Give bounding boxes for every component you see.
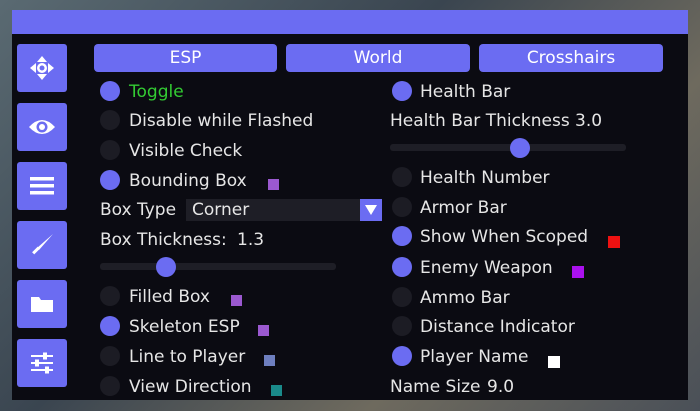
eye-icon <box>29 120 55 134</box>
folder-icon <box>31 297 53 312</box>
toggle-checkbox[interactable] <box>100 81 120 101</box>
distance-indicator-label: Distance Indicator <box>420 317 575 337</box>
health-bar-thickness-slider-handle[interactable] <box>509 138 530 158</box>
health-bar-thickness-value: 3.0 <box>575 111 603 131</box>
view-direction-label: View Direction <box>129 377 252 397</box>
view-direction-color-picker[interactable] <box>271 385 282 396</box>
enemy-weapon-label: Enemy Weapon <box>420 258 553 278</box>
box-thickness-slider-handle[interactable] <box>156 257 177 277</box>
health-bar-thickness-label: Health Bar Thickness <box>390 111 570 131</box>
bounding-box-label: Bounding Box <box>129 171 247 191</box>
health-bar-checkbox[interactable] <box>392 81 412 101</box>
menu-icon <box>30 177 54 195</box>
title-bar[interactable] <box>12 10 688 34</box>
box-type-label: Box Type <box>100 200 177 220</box>
filled-box-color-picker[interactable] <box>231 295 242 306</box>
box-thickness-value: 1.3 <box>237 230 265 250</box>
line-to-player-label: Line to Player <box>129 347 246 367</box>
filled-box-checkbox[interactable] <box>100 286 120 306</box>
sliders-icon <box>31 352 53 374</box>
show-when-scoped-color-picker[interactable] <box>608 236 620 248</box>
visible-check-label: Visible Check <box>129 141 243 161</box>
skeleton-esp-label: Skeleton ESP <box>129 317 240 337</box>
armor-bar-checkbox[interactable] <box>392 197 412 217</box>
sidebar-move-button[interactable] <box>17 44 67 92</box>
sidebar-visuals-button[interactable] <box>17 103 67 151</box>
health-number-label: Health Number <box>420 168 550 188</box>
tab-world[interactable]: World <box>286 44 470 72</box>
knife-icon <box>32 234 53 255</box>
sidebar-skins-button[interactable] <box>17 221 67 269</box>
bounding-box-checkbox[interactable] <box>100 170 120 190</box>
health-bar-label: Health Bar <box>420 82 511 102</box>
ammo-bar-label: Ammo Bar <box>420 288 510 308</box>
player-name-checkbox[interactable] <box>392 346 412 366</box>
bounding-box-color-picker[interactable] <box>268 179 279 190</box>
sidebar-misc-button[interactable] <box>17 162 67 210</box>
toggle-label: Toggle <box>129 82 184 102</box>
tab-crosshairs[interactable]: Crosshairs <box>479 44 663 72</box>
visible-check-checkbox[interactable] <box>100 140 120 160</box>
enemy-weapon-color-picker[interactable] <box>572 266 584 278</box>
skeleton-esp-checkbox[interactable] <box>100 316 120 336</box>
armor-bar-label: Armor Bar <box>420 198 507 218</box>
ammo-bar-checkbox[interactable] <box>392 287 412 307</box>
sidebar-settings-button[interactable] <box>17 339 67 387</box>
view-direction-checkbox[interactable] <box>100 376 120 396</box>
show-when-scoped-checkbox[interactable] <box>392 226 412 246</box>
player-name-color-picker[interactable] <box>548 356 560 368</box>
move-icon <box>30 56 54 80</box>
box-thickness-slider[interactable] <box>100 263 336 270</box>
name-size-label: Name Size <box>390 377 481 397</box>
distance-indicator-checkbox[interactable] <box>392 316 412 336</box>
health-number-checkbox[interactable] <box>392 167 412 187</box>
player-name-label: Player Name <box>420 347 529 367</box>
disable-while-flashed-label: Disable while Flashed <box>129 111 314 131</box>
enemy-weapon-checkbox[interactable] <box>392 257 412 277</box>
line-to-player-checkbox[interactable] <box>100 346 120 366</box>
line-to-player-color-picker[interactable] <box>264 355 275 366</box>
health-bar-thickness-slider[interactable] <box>390 144 626 151</box>
show-when-scoped-label: Show When Scoped <box>420 227 589 247</box>
box-type-dropdown[interactable]: Corner <box>186 199 382 221</box>
box-type-value: Corner <box>192 200 250 220</box>
box-thickness-label: Box Thickness: <box>100 230 227 250</box>
sidebar-configs-button[interactable] <box>17 280 67 328</box>
filled-box-label: Filled Box <box>129 287 210 307</box>
chevron-down-icon[interactable] <box>360 199 382 221</box>
disable-while-flashed-checkbox[interactable] <box>100 110 120 130</box>
skeleton-esp-color-picker[interactable] <box>258 325 269 336</box>
tab-esp[interactable]: ESP <box>94 44 277 72</box>
esp-menu-window: ESP World Crosshairs Toggle Disable whil… <box>12 10 688 400</box>
name-size-value: 9.0 <box>487 377 515 397</box>
